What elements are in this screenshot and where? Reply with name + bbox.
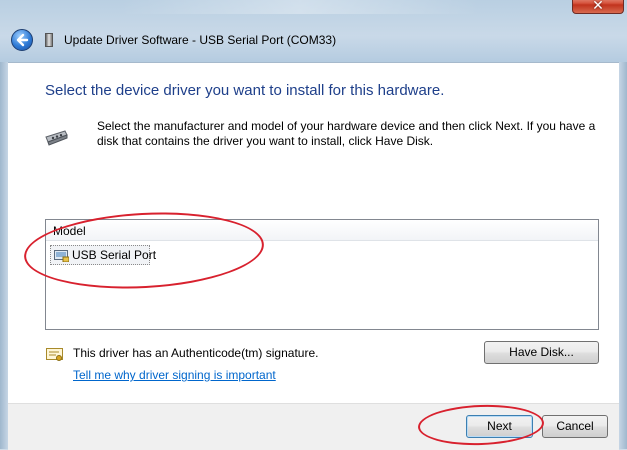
close-icon: ✕ <box>592 0 604 14</box>
driver-signing-link[interactable]: Tell me why driver signing is important <box>73 368 276 382</box>
page-heading: Select the device driver you want to ins… <box>45 82 445 99</box>
model-list[interactable]: Model USB Serial Port <box>45 219 599 330</box>
instructions-text: Select the manufacturer and model of you… <box>97 119 596 148</box>
cancel-button[interactable]: Cancel <box>542 415 608 438</box>
have-disk-button[interactable]: Have Disk... <box>484 341 599 364</box>
next-button[interactable]: Next <box>466 415 533 438</box>
back-arrow-icon <box>16 33 29 47</box>
usb-device-icon <box>45 33 53 47</box>
signature-status-text: This driver has an Authenticode(tm) sign… <box>73 346 319 360</box>
hardware-connector-icon <box>45 130 68 146</box>
window-right-border <box>619 62 627 449</box>
back-button[interactable] <box>11 29 33 51</box>
window-title: Update Driver Software - USB Serial Port… <box>64 33 337 47</box>
column-model-label: Model <box>53 224 86 238</box>
device-port-icon <box>54 250 69 262</box>
list-column-header[interactable]: Model <box>46 220 598 241</box>
list-item[interactable]: USB Serial Port <box>50 245 156 265</box>
close-button[interactable]: ✕ <box>572 0 624 14</box>
certificate-icon <box>46 348 63 361</box>
window-left-border <box>0 62 8 449</box>
list-item-label: USB Serial Port <box>72 248 157 262</box>
title-bar-glass <box>120 0 480 14</box>
